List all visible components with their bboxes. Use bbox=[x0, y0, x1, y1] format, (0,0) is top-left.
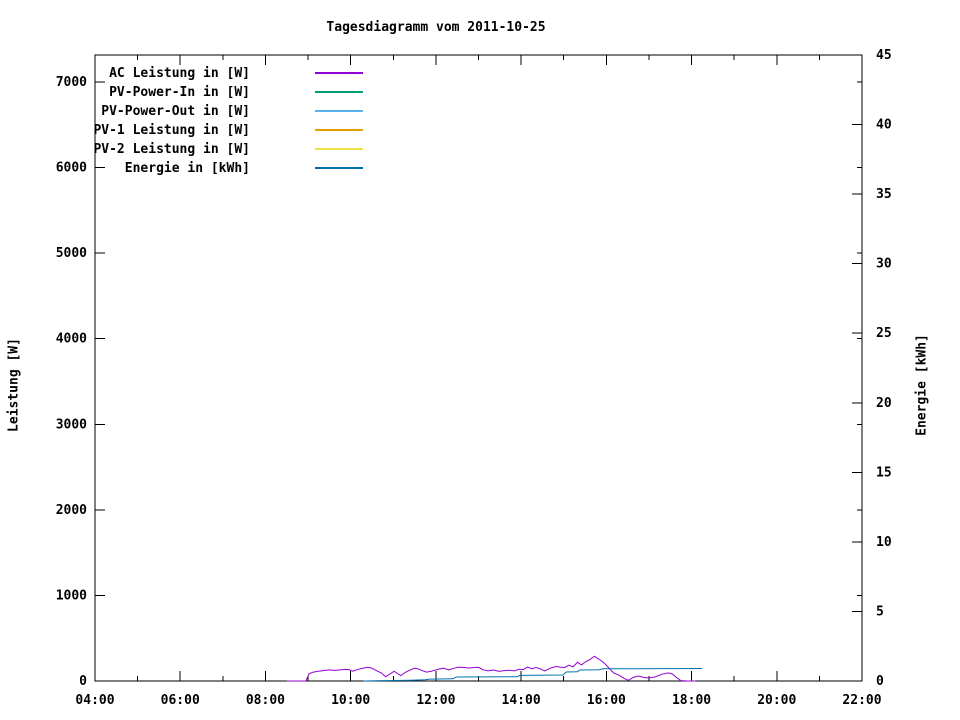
y-left-tick-label: 4000 bbox=[56, 332, 87, 347]
y-left-tick-label: 1000 bbox=[56, 588, 87, 603]
x-tick-label: 22:00 bbox=[842, 693, 881, 708]
y-right-tick-label: 20 bbox=[876, 396, 892, 411]
x-tick-label: 08:00 bbox=[246, 693, 285, 708]
legend-item-label: Energie in [kWh] bbox=[125, 161, 250, 176]
x-tick-label: 14:00 bbox=[502, 693, 541, 708]
plot-area: 04:00 06:00 08:00 10:00 12:00 14:00 16:00 18:00… bbox=[56, 48, 892, 708]
y-right-tick-label: 5 bbox=[876, 604, 884, 619]
x-tick-label: 06:00 bbox=[161, 693, 200, 708]
x-tick-label: 10:00 bbox=[331, 693, 370, 708]
y-right-tick-label: 40 bbox=[876, 118, 892, 133]
y-right-tick-label: 30 bbox=[876, 257, 892, 272]
y-right-tick-label: 45 bbox=[876, 48, 892, 63]
legend-item-label: PV-Power-In in [W] bbox=[109, 85, 250, 100]
x-tick-label: 04:00 bbox=[75, 693, 114, 708]
y-left-tick-label: 6000 bbox=[56, 161, 87, 176]
legend-item-label: PV-2 Leistung in [W] bbox=[93, 142, 250, 157]
y-left-tick-label: 7000 bbox=[56, 75, 87, 90]
y-left-tick-label: 3000 bbox=[56, 417, 87, 432]
x-tick-label: 16:00 bbox=[587, 693, 626, 708]
y-right-tick-label: 10 bbox=[876, 535, 892, 550]
legend-item-label: AC Leistung in [W] bbox=[109, 66, 250, 81]
series-line-energie-in-kwh bbox=[363, 668, 703, 682]
y-right-tick-label: 35 bbox=[876, 187, 892, 202]
y-left-tick-label: 2000 bbox=[56, 503, 87, 518]
x-tick-label: 18:00 bbox=[672, 693, 711, 708]
y-right-tick-label: 15 bbox=[876, 465, 892, 480]
legend-item-label: PV-Power-Out in [W] bbox=[101, 104, 250, 119]
y-right-tick-label: 25 bbox=[876, 326, 892, 341]
chart-canvas: Tagesdiagramm vom 2011-10-25 Leistung [W… bbox=[0, 0, 960, 720]
y-right-tick-label: 0 bbox=[876, 674, 884, 689]
y-left-tick-label: 0 bbox=[79, 674, 87, 689]
x-tick-label: 12:00 bbox=[416, 693, 455, 708]
legend-item-label: PV-1 Leistung in [W] bbox=[93, 123, 250, 138]
x-tick-label: 20:00 bbox=[757, 693, 796, 708]
y-left-tick-label: 5000 bbox=[56, 246, 87, 261]
